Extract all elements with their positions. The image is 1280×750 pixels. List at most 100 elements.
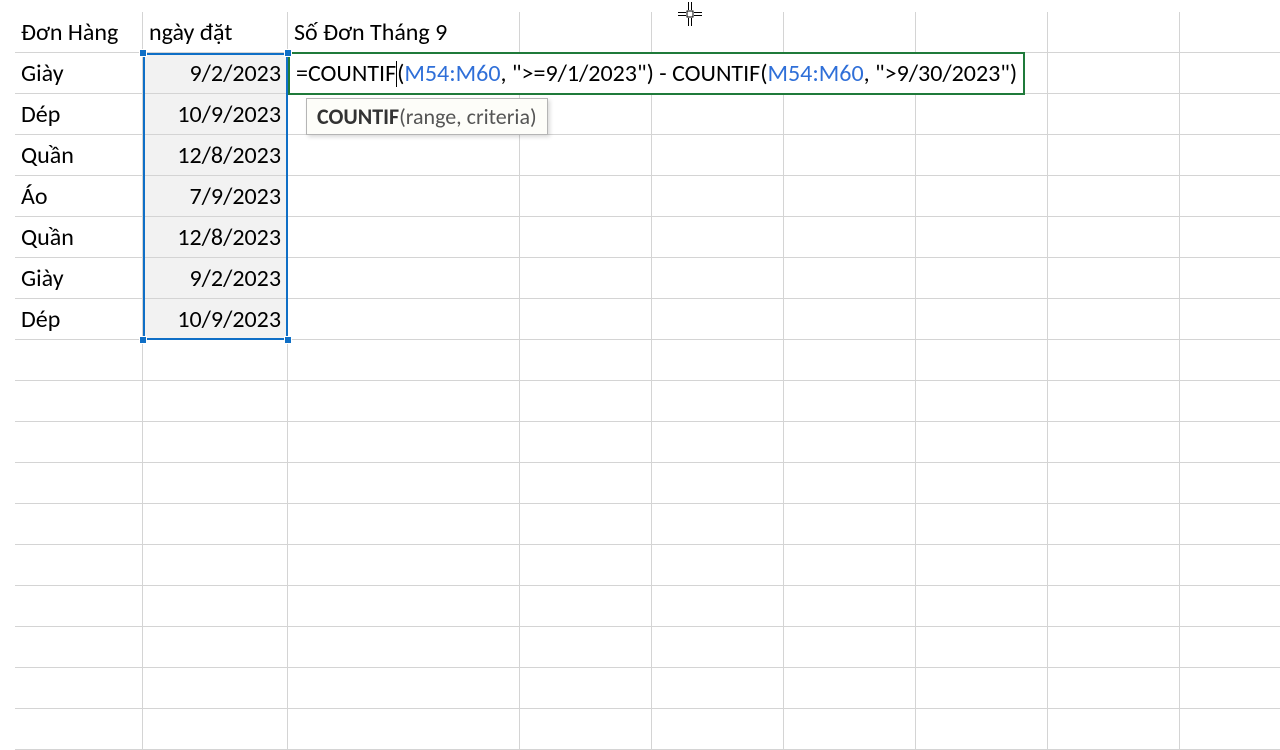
spreadsheet-grid[interactable]: Đơn Hàngngày đặtSố Đơn Tháng 9Giày9/2/20… [0,0,1280,730]
cell[interactable] [288,381,520,422]
cell[interactable] [652,627,784,668]
cell[interactable] [652,463,784,504]
cell[interactable] [143,463,288,504]
cell[interactable] [1180,340,1280,381]
cell[interactable] [916,627,1048,668]
cell[interactable] [143,340,288,381]
cell[interactable] [784,545,916,586]
cell-date[interactable]: 12/8/2023 [143,135,288,176]
cell[interactable] [652,176,784,217]
cell[interactable] [288,586,520,627]
cell[interactable] [784,463,916,504]
cell[interactable] [652,422,784,463]
cell-product[interactable]: Giày [15,53,143,94]
cell[interactable] [1180,176,1280,217]
cell-date[interactable]: 10/9/2023 [143,94,288,135]
cell[interactable] [15,422,143,463]
cell[interactable] [288,463,520,504]
cell[interactable] [288,504,520,545]
cell[interactable] [916,217,1048,258]
cell[interactable] [288,422,520,463]
cell[interactable] [1180,381,1280,422]
cell[interactable] [652,135,784,176]
cell[interactable] [1180,668,1280,709]
cell[interactable] [143,545,288,586]
cell[interactable] [288,668,520,709]
cell-date[interactable]: 9/2/2023 [143,258,288,299]
cell[interactable] [15,545,143,586]
cell[interactable] [1180,627,1280,668]
cell[interactable] [15,463,143,504]
cell[interactable] [784,422,916,463]
cell[interactable] [520,504,652,545]
cell[interactable] [15,340,143,381]
cell[interactable] [652,258,784,299]
cell[interactable] [916,94,1048,135]
cell[interactable] [520,422,652,463]
cell[interactable] [784,340,916,381]
cell[interactable] [652,94,784,135]
cell[interactable] [15,504,143,545]
cell[interactable] [1048,53,1180,94]
cell[interactable] [520,12,652,53]
cell-date[interactable]: 12/8/2023 [143,217,288,258]
cell[interactable] [1048,340,1180,381]
cell[interactable] [520,217,652,258]
selection-handle[interactable] [139,336,147,344]
cell-product[interactable]: Quần [15,217,143,258]
header-count[interactable]: Số Đơn Tháng 9 [288,12,520,53]
cell-date[interactable]: 9/2/2023 [143,53,288,94]
cell[interactable] [520,258,652,299]
cell[interactable] [784,299,916,340]
cell-product[interactable]: Dép [15,299,143,340]
cell[interactable] [916,586,1048,627]
cell[interactable] [1180,53,1280,94]
cell-product[interactable]: Quần [15,135,143,176]
cell[interactable] [520,545,652,586]
cell[interactable] [143,504,288,545]
header-product[interactable]: Đơn Hàng [15,12,143,53]
cell[interactable] [784,258,916,299]
cell[interactable] [916,340,1048,381]
cell[interactable] [784,176,916,217]
cell[interactable] [520,586,652,627]
cell[interactable] [1048,217,1180,258]
cell[interactable] [652,586,784,627]
cell[interactable] [143,422,288,463]
cell[interactable] [652,504,784,545]
cell[interactable] [784,586,916,627]
cell[interactable] [143,668,288,709]
cell[interactable] [1180,504,1280,545]
cell[interactable] [916,504,1048,545]
cell[interactable] [1048,176,1180,217]
cell[interactable] [520,299,652,340]
cell[interactable] [520,135,652,176]
cell[interactable] [15,586,143,627]
cell[interactable] [916,545,1048,586]
cell[interactable] [143,586,288,627]
selection-handle[interactable] [139,49,147,57]
cell[interactable] [784,94,916,135]
cell[interactable] [520,176,652,217]
cell[interactable] [652,668,784,709]
cell[interactable] [1180,135,1280,176]
cell[interactable] [652,381,784,422]
cell[interactable] [784,504,916,545]
cell[interactable] [916,381,1048,422]
cell[interactable] [1048,586,1180,627]
cell[interactable] [288,135,520,176]
cell[interactable] [784,12,916,53]
cell[interactable] [15,668,143,709]
cell[interactable] [784,217,916,258]
cell[interactable] [652,340,784,381]
header-date[interactable]: ngày đặt [143,12,288,53]
selection-handle[interactable] [284,336,292,344]
cell[interactable] [1180,545,1280,586]
cell[interactable] [520,340,652,381]
cell[interactable] [1048,627,1180,668]
cell-product[interactable]: Dép [15,94,143,135]
cell[interactable] [916,668,1048,709]
cell[interactable] [916,12,1048,53]
cell[interactable] [1180,258,1280,299]
cell[interactable] [1180,463,1280,504]
